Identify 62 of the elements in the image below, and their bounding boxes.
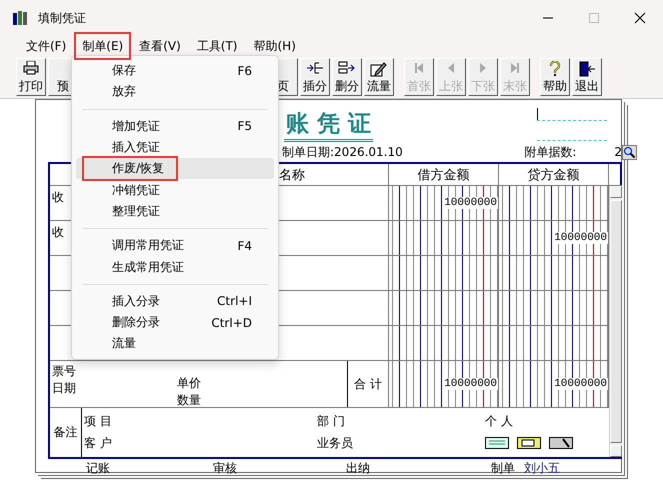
- column-header: 借方金额: [418, 166, 470, 184]
- menu-item[interactable]: 工具(T): [188, 32, 246, 60]
- toolbar-button[interactable]: 流量: [364, 58, 394, 96]
- unit-price-label: 单价: [177, 375, 202, 392]
- voucher-number-field[interactable]: [537, 106, 607, 141]
- toolbar-button[interactable]: 插分: [300, 58, 330, 96]
- first-icon: [412, 61, 426, 75]
- books-icon: [12, 10, 30, 26]
- department-label: 部 门: [317, 412, 346, 430]
- menu-item[interactable]: 查看(V): [131, 32, 189, 60]
- insert-row-icon: [306, 61, 324, 75]
- scrollbar[interactable]: [609, 186, 622, 457]
- menu-item[interactable]: 生成常用凭证: [76, 256, 274, 278]
- column-header: 名称: [279, 166, 305, 184]
- toolbar-button[interactable]: 删分: [332, 58, 362, 96]
- total-amount: 10000000: [499, 361, 609, 408]
- toolbar-button[interactable]: 打印: [16, 58, 46, 96]
- delete-row-icon: [338, 61, 356, 75]
- date-text: 制单日期:2026.01.10: [282, 144, 403, 160]
- menu-item[interactable]: 文件(F): [18, 32, 74, 60]
- signature-label: 出纳: [346, 460, 371, 477]
- card-icon[interactable]: [517, 437, 541, 449]
- date-label: 日期: [52, 380, 77, 397]
- signature-label: 制单: [491, 460, 516, 477]
- attachments-label: 附单据数:: [524, 144, 576, 160]
- last-icon: [508, 61, 522, 75]
- attachments-count: 2: [614, 145, 622, 159]
- person-label: 个 人: [485, 412, 514, 430]
- menu-item[interactable]: 删除分录 Ctrl+D: [76, 312, 274, 334]
- amount-cell: 10000000: [389, 186, 499, 221]
- column-header: 贷方金额: [528, 166, 580, 184]
- signature-label: 审核: [213, 460, 238, 477]
- total-amount: 10000000: [389, 361, 499, 408]
- customer-label: 客 户: [84, 434, 113, 452]
- ticket-label: 票号: [52, 363, 77, 380]
- card-icon[interactable]: [485, 437, 509, 449]
- menu-item[interactable]: 作废/恢复: [76, 158, 274, 180]
- project-label: 项 目: [84, 412, 113, 430]
- salesperson-label: 业务员: [317, 434, 354, 452]
- search-icon[interactable]: [622, 144, 637, 160]
- menu-item[interactable]: 流量: [76, 333, 274, 355]
- toolbar-button[interactable]: 帮助: [540, 58, 570, 96]
- menu-item[interactable]: 插入凭证: [76, 136, 274, 158]
- total-label: 合 计: [354, 376, 382, 392]
- menu-item[interactable]: 增加凭证 F5: [76, 116, 274, 137]
- exit-door-icon: [578, 61, 596, 77]
- signature-name: 刘小五: [524, 460, 561, 477]
- signature-label: 记账: [86, 460, 111, 477]
- toolbar-button[interactable]: 退出: [572, 58, 602, 96]
- pencil-notepad-icon: [370, 61, 388, 77]
- menu-item[interactable]: 帮助(H): [246, 32, 304, 60]
- close-icon[interactable]: [634, 12, 646, 24]
- card-icon[interactable]: [549, 437, 573, 449]
- quantity-label: 数量: [177, 392, 202, 409]
- window-title: 填制凭证: [38, 10, 87, 26]
- amount-cell: 10000000: [499, 221, 609, 256]
- notes-label: 备注: [54, 424, 78, 441]
- menu-item[interactable]: 制单(E): [74, 32, 132, 60]
- voucher-title: 账 凭 证: [284, 108, 373, 142]
- printer-icon: [23, 61, 39, 75]
- menu-item[interactable]: 插入分录 Ctrl+I: [76, 290, 274, 312]
- help-icon: [548, 61, 562, 77]
